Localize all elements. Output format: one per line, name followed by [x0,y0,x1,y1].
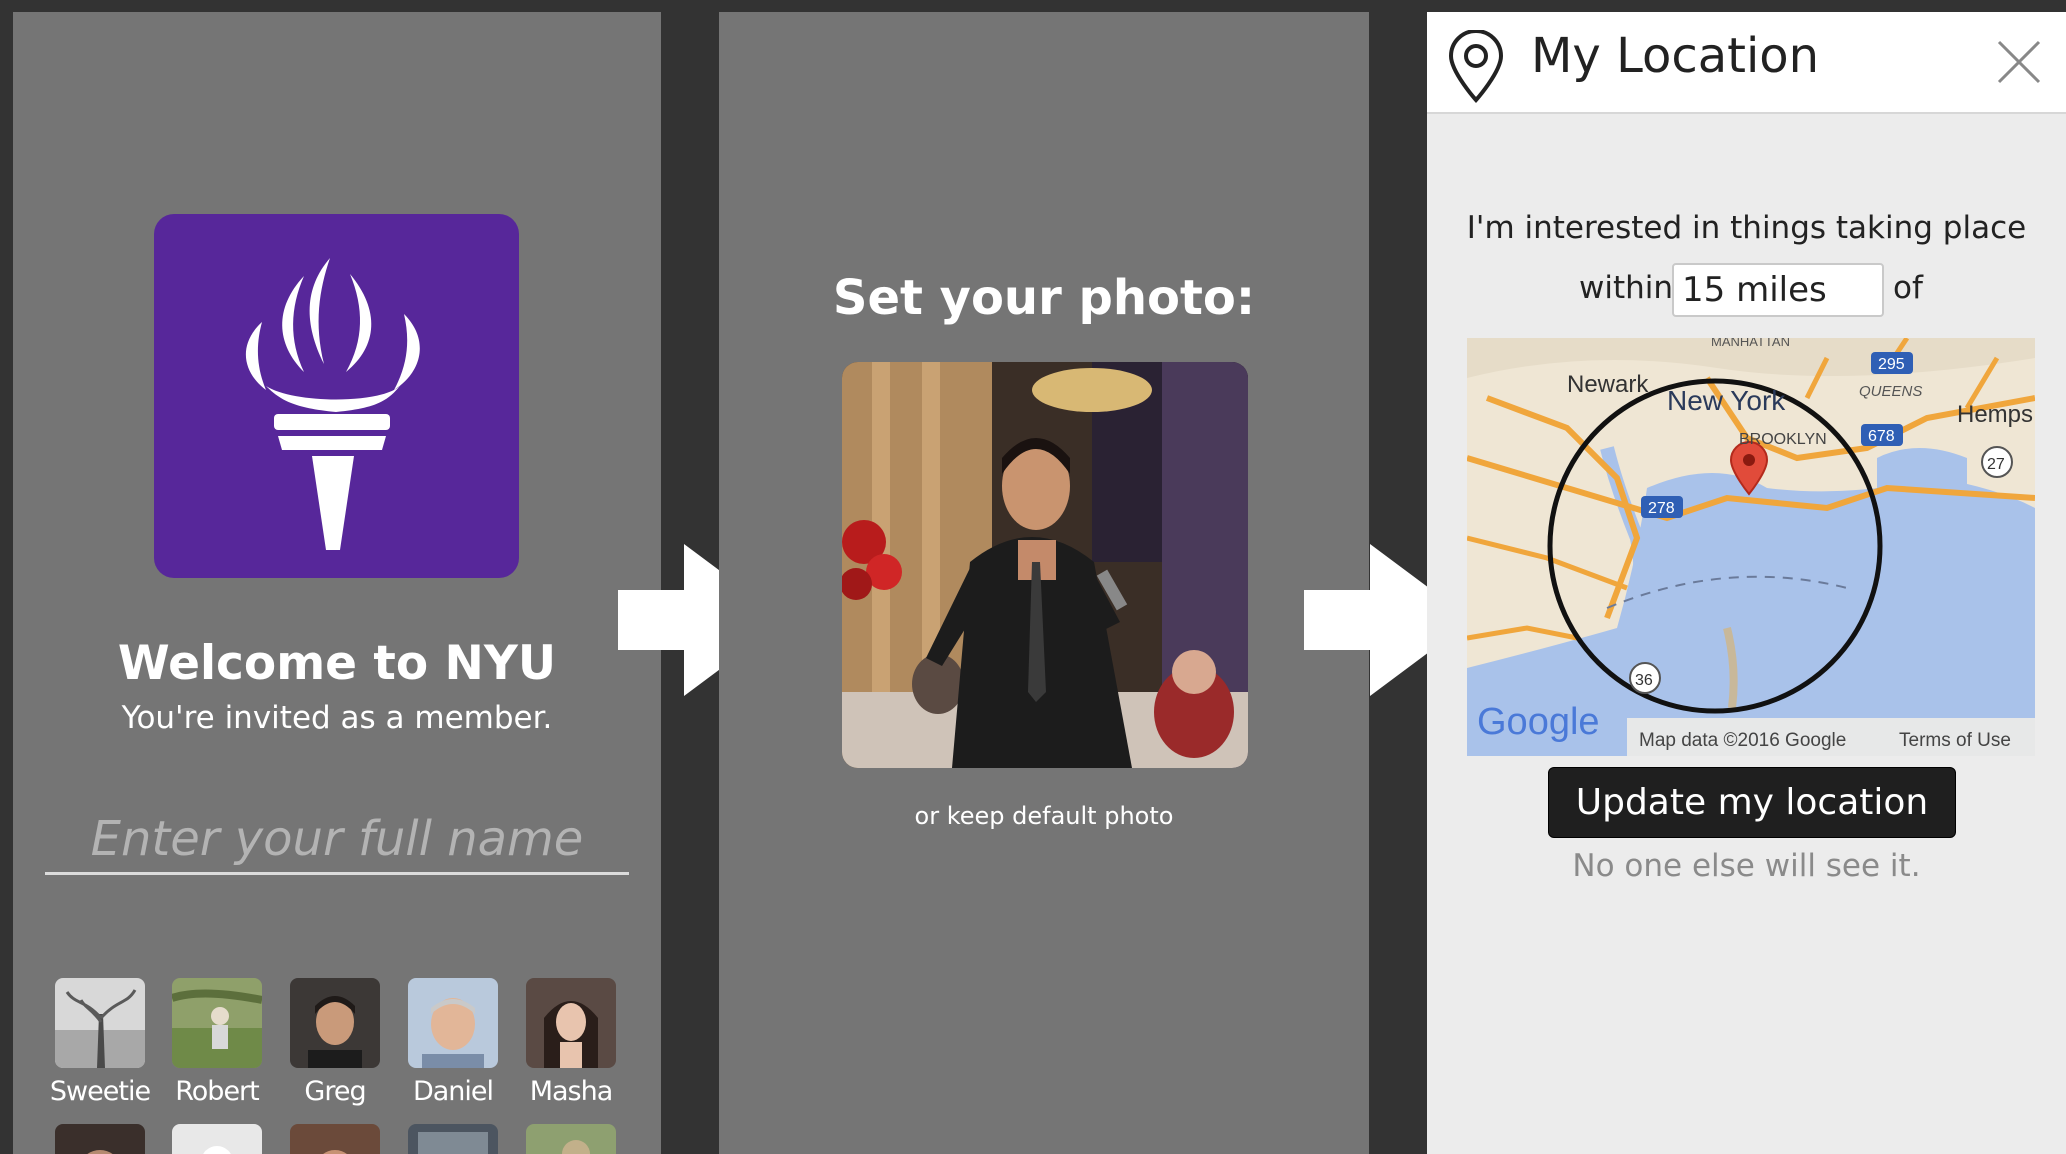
nyu-torch-icon [245,258,420,550]
keep-default-photo-link[interactable]: or keep default photo [719,802,1369,830]
member-name: Sweetie [49,1076,151,1107]
full-name-input[interactable] [45,805,629,875]
dialog-header: My Location [1427,12,2066,114]
photo-screen: Set your photo: or keep default photo [719,12,1369,1154]
location-map[interactable]: Newark New York BROOKLYN QUEENS MANHATTA… [1467,338,2035,756]
nyu-logo [154,214,519,578]
member-masha[interactable]: Masha [512,978,630,1107]
google-logo: Google [1477,701,1600,743]
map-label-hempstead: Hemps [1957,401,2033,428]
interest-text: I'm interested in things taking place [1466,210,2027,246]
set-photo-title: Set your photo: [832,270,1256,326]
route-36-shield: 36 [1635,672,1653,689]
map-label-brooklyn: BROOKLYN [1739,431,1827,448]
avatar [172,978,262,1068]
update-location-button[interactable]: Update my location [1548,767,1956,838]
profile-photo[interactable] [842,362,1248,768]
member-name: Masha [529,1076,614,1107]
close-icon[interactable] [1995,38,2043,86]
avatar [526,978,616,1068]
welcome-screen: Welcome to NYU You're invited as a membe… [13,12,661,1154]
map-label-new-york: New York [1667,385,1786,416]
of-label: of [1893,270,1923,306]
location-pin-icon [1448,30,1504,104]
avatar[interactable] [526,1124,616,1154]
avatar [408,978,498,1068]
dialog-title: My Location [1531,28,1820,84]
avatar[interactable] [290,1124,380,1154]
route-278-shield: 278 [1648,500,1675,517]
invite-text: You're invited as a member. [121,700,553,736]
location-dialog: My Location I'm interested in things tak… [1427,12,2066,1154]
member-robert[interactable]: Robert [158,978,276,1107]
route-678-shield: 678 [1868,428,1895,445]
avatar[interactable] [408,1124,498,1154]
avatar [290,978,380,1068]
member-daniel[interactable]: Daniel [394,978,512,1107]
welcome-title: Welcome to NYU [117,636,557,691]
map-label-manhattan: MANHATTAN [1711,338,1790,349]
within-label: within [1579,270,1674,306]
radius-input[interactable] [1672,263,1884,317]
member-name: Daniel [412,1076,494,1107]
member-name: Robert [175,1076,260,1107]
map-label-newark: Newark [1567,371,1649,398]
onboarding-flow: Welcome to NYU You're invited as a membe… [0,0,2066,1154]
route-295-shield: 295 [1878,356,1905,373]
map-label-queens: QUEENS [1859,383,1922,400]
avatar[interactable] [55,1124,145,1154]
default-avatar[interactable] [172,1124,262,1154]
avatar [55,978,145,1068]
privacy-note: No one else will see it. [1572,848,1921,884]
member-sweetie[interactable]: Sweetie [41,978,159,1107]
map-attribution: Map data ©2016 Google [1639,730,1846,751]
member-greg[interactable]: Greg [276,978,394,1107]
route-27-shield: 27 [1987,456,2005,473]
member-name: Greg [304,1076,366,1107]
map-terms-link: Terms of Use [1899,730,2011,751]
